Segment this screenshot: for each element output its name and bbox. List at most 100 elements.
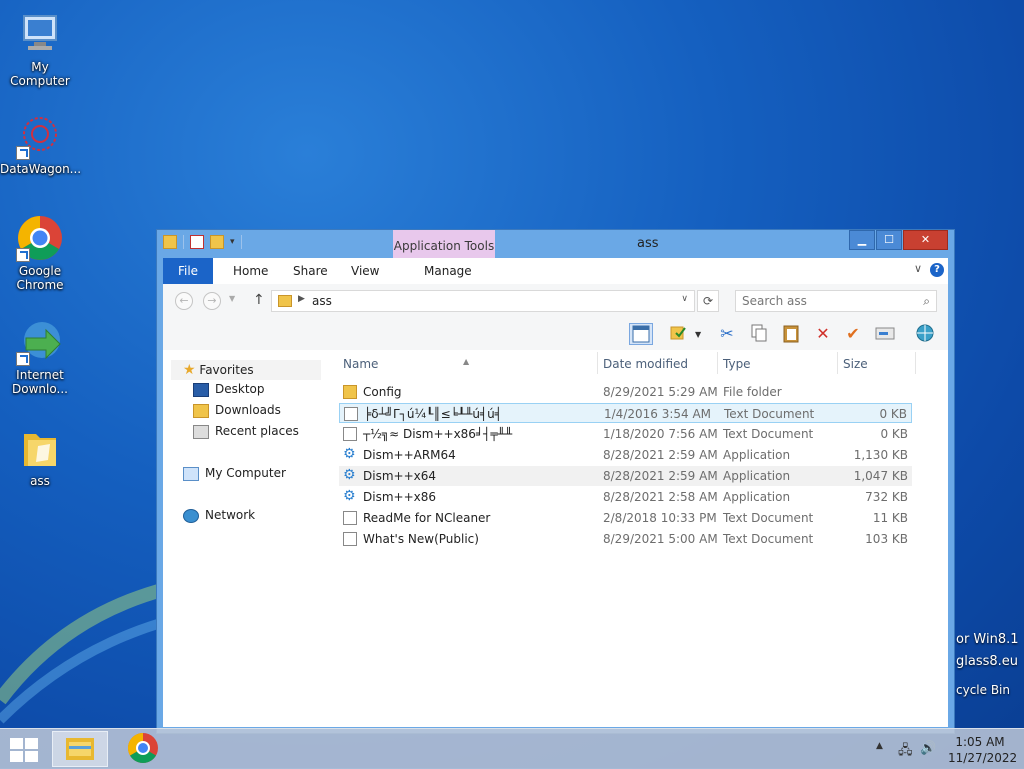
details-pane-icon[interactable] (629, 323, 653, 345)
chevron-right-icon[interactable]: ▶ (298, 294, 305, 304)
taskbar-google-chrome[interactable] (116, 731, 172, 767)
search-icon: ⌕ (923, 294, 930, 308)
network-tray-icon[interactable]: 🖧 (898, 741, 913, 763)
chevron-down-icon[interactable]: ▾ (230, 237, 235, 247)
chevron-down-icon[interactable]: ∨ (681, 294, 688, 304)
desktop-icon-label: ass (30, 474, 50, 488)
column-header-type[interactable]: Type (723, 354, 751, 374)
sort-ascending-icon: ▲ (463, 357, 470, 366)
ribbon-expand-icon[interactable]: ∨ (914, 262, 922, 275)
computer-icon (183, 466, 199, 481)
folder-icon (163, 235, 177, 249)
datawagon-icon (16, 112, 64, 160)
folder-icon (343, 385, 357, 399)
paste-icon[interactable] (779, 323, 803, 345)
computer-icon (16, 10, 64, 58)
show-hidden-icons-chevron-icon[interactable]: ▲ (876, 741, 883, 751)
nav-item-downloads[interactable]: Downloads (193, 403, 281, 418)
chrome-icon (16, 214, 64, 262)
select-all-icon[interactable] (667, 323, 691, 345)
volume-icon[interactable]: 🔊 (920, 741, 936, 756)
globe-icon[interactable] (913, 323, 937, 345)
app-gear-icon: ⚙ (343, 446, 356, 462)
desktop-icon-recycle-bin[interactable]: cycle Bin (956, 683, 1010, 697)
nav-item-recent-places[interactable]: Recent places (193, 424, 299, 439)
nav-item-network[interactable]: Network (183, 508, 255, 523)
tab-file[interactable]: File (163, 258, 213, 284)
window-title: ass (637, 236, 659, 251)
desktop-icon-google-chrome[interactable]: Google Chrome (0, 214, 80, 292)
file-row[interactable]: ⚙ Dism++x64 8/28/2021 2:59 AM Applicatio… (339, 466, 912, 486)
refresh-button[interactable]: ⟳ (697, 290, 719, 312)
cut-icon[interactable]: ✂ (715, 323, 739, 345)
properties-icon[interactable] (873, 323, 897, 345)
maximize-button[interactable]: ☐ (876, 230, 902, 250)
shortcut-arrow-icon (16, 146, 30, 160)
app-gear-icon: ⚙ (343, 488, 356, 504)
shortcut-arrow-icon (16, 352, 30, 366)
address-row: ← → ▼ ↑ ▶ ass ∨ ⟳ Search ass ⌕ (163, 284, 948, 319)
context-tab-application-tools: Application Tools (393, 230, 495, 258)
file-row[interactable]: ┬½╗≈ Dism++x86╛┤╤╨╨ 1/18/2020 7:56 AM Te… (339, 424, 912, 444)
desktop-icon-my-computer[interactable]: My Computer (0, 10, 80, 88)
new-folder-icon[interactable] (210, 235, 224, 249)
chevron-down-icon[interactable]: ▼ (695, 330, 701, 339)
properties-icon[interactable] (190, 235, 204, 249)
file-list: ▲ Name Date modified Type Size Config 8/… (339, 350, 948, 727)
delete-icon[interactable]: ✕ (811, 323, 835, 345)
taskbar-file-explorer[interactable] (52, 731, 108, 767)
watermark-text: or Win8.1 (956, 632, 1019, 647)
title-bar[interactable]: ▾ Application Tools ass ▁ ☐ ✕ (157, 230, 954, 258)
file-row[interactable]: ╞δ┴╝Γ┐ú¼┖║≤╘┸╨ú╡ú╡ 1/4/2016 3:54 AM Text… (339, 403, 912, 423)
nav-item-desktop[interactable]: Desktop (193, 382, 265, 397)
file-row[interactable]: ReadMe for NCleaner 2/8/2018 10:33 PM Te… (339, 508, 912, 528)
search-input[interactable]: Search ass ⌕ (735, 290, 937, 312)
clock-date: 11/27/2022 (948, 751, 1018, 765)
back-button[interactable]: ← (175, 292, 193, 310)
folder-icon (16, 424, 64, 472)
minimize-button[interactable]: ▁ (849, 230, 875, 250)
watermark-text: glass8.eu (956, 654, 1019, 669)
taskbar: ▲ 🖧 🔊 1:05 AM 11/27/2022 (0, 728, 1024, 769)
text-file-icon (343, 532, 357, 546)
nav-favorites[interactable]: ★ Favorites (171, 360, 321, 380)
file-row[interactable]: What's New(Public) 8/29/2021 5:00 AM Tex… (339, 529, 912, 549)
recent-locations-chevron-icon[interactable]: ▼ (229, 294, 235, 303)
clock[interactable]: 1:05 AM 11/27/2022 (948, 734, 1018, 766)
address-path[interactable]: ass (312, 294, 332, 308)
explorer-window: ▾ Application Tools ass ▁ ☐ ✕ File Home … (156, 229, 955, 734)
tab-home[interactable]: Home (233, 258, 268, 284)
desktop-icon-ass-folder[interactable]: ass (0, 424, 80, 488)
forward-button[interactable]: → (203, 292, 221, 310)
file-row[interactable]: ⚙ Dism++x86 8/28/2021 2:58 AM Applicatio… (339, 487, 912, 507)
downloads-folder-icon (193, 403, 209, 418)
file-explorer-icon (66, 738, 94, 760)
tab-view[interactable]: View (351, 258, 379, 284)
file-row[interactable]: Config 8/29/2021 5:29 AM File folder (339, 382, 912, 402)
desktop-icon-datawagon[interactable]: DataWagon... (0, 112, 81, 176)
desktop-icon-internet-download-manager[interactable]: Internet Downlo... (0, 318, 80, 396)
tab-share[interactable]: Share (293, 258, 328, 284)
close-button[interactable]: ✕ (903, 230, 948, 250)
recent-places-icon (193, 424, 209, 439)
start-button[interactable] (8, 737, 38, 762)
navigation-pane: ★ Favorites Desktop Downloads Recent pla… (163, 350, 331, 727)
up-arrow-icon[interactable]: ↑ (253, 292, 265, 308)
quick-access-toolbar: ▾ (163, 235, 242, 249)
shortcut-arrow-icon (16, 248, 30, 262)
nav-item-my-computer[interactable]: My Computer (183, 466, 286, 481)
windows-logo-icon (10, 738, 23, 749)
rename-check-icon[interactable]: ✔ (841, 323, 865, 345)
column-header-date-modified[interactable]: Date modified (603, 354, 688, 374)
address-bar[interactable]: ▶ ass ∨ (271, 290, 695, 312)
column-header-size[interactable]: Size (843, 354, 868, 374)
column-header-name[interactable]: ▲ Name (343, 354, 593, 374)
app-gear-icon: ⚙ (343, 467, 356, 483)
help-icon[interactable]: ? (930, 263, 944, 277)
file-row[interactable]: ⚙ Dism++ARM64 8/28/2021 2:59 AM Applicat… (339, 445, 912, 465)
text-file-icon (343, 511, 357, 525)
copy-icon[interactable] (747, 323, 771, 345)
tab-manage[interactable]: Manage (424, 258, 472, 284)
chrome-icon (127, 733, 158, 764)
clock-time: 1:05 AM (955, 735, 1005, 749)
